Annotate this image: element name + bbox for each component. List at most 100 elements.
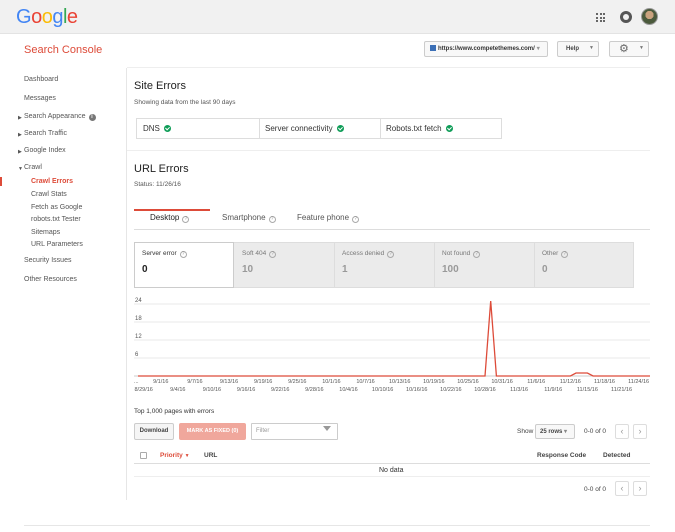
caret-right-icon[interactable]: ▶	[18, 115, 22, 121]
apps-grid-icon[interactable]	[596, 13, 605, 22]
url-errors-status: Status: 11/26/16	[134, 181, 181, 188]
caret-right-icon[interactable]: ▶	[18, 149, 22, 155]
sidebar-item-other-resources[interactable]: Other Resources	[24, 276, 77, 283]
sidebar-item-url-parameters[interactable]: URL Parameters	[31, 241, 83, 248]
user-avatar[interactable]	[641, 8, 658, 25]
sidebar-item-fetch-as-google[interactable]: Fetch as Google	[31, 204, 82, 211]
column-url[interactable]: URL	[204, 452, 217, 459]
sidebar-item-google-index[interactable]: Google Index	[24, 147, 66, 154]
sidebar-item-crawl-stats[interactable]: Crawl Stats	[31, 191, 67, 198]
select-all-checkbox[interactable]	[140, 452, 147, 459]
x-tick-label: 10/28/16	[474, 387, 495, 393]
chevron-left-icon[interactable]: ‹	[615, 424, 629, 439]
site-favicon-icon	[430, 45, 436, 51]
card-value: 10	[242, 264, 254, 275]
card-label: Server error	[142, 250, 177, 257]
google-top-bar: Google	[0, 0, 675, 34]
sidebar-item-sitemaps[interactable]: Sitemaps	[31, 229, 60, 236]
card-value: 0	[142, 264, 148, 275]
rows-per-page-select[interactable]: 25 rows ▾	[535, 424, 575, 439]
notifications-icon[interactable]	[620, 11, 632, 23]
sidebar-item-robots-tester[interactable]: robots.txt Tester	[31, 216, 81, 223]
x-tick-label: 10/10/16	[372, 387, 393, 393]
help-icon[interactable]: ?	[268, 216, 276, 223]
help-icon[interactable]: ?	[182, 216, 190, 223]
help-icon[interactable]: ?	[352, 216, 360, 223]
chevron-right-icon[interactable]: ›	[633, 481, 647, 496]
help-icon[interactable]: ?	[269, 251, 277, 258]
card-soft-404[interactable]: Soft 404? 10	[235, 243, 334, 287]
chevron-right-icon[interactable]: ›	[633, 424, 647, 439]
x-tick-label: 11/24/16	[628, 379, 649, 385]
filter-funnel-icon[interactable]	[323, 426, 331, 431]
sidebar-item-dashboard[interactable]: Dashboard	[24, 76, 58, 83]
site-selector[interactable]: https://www.competethemes.com/▾	[424, 41, 548, 57]
x-tick-label: 9/1/16	[153, 379, 168, 385]
help-icon[interactable]: ?	[387, 251, 395, 258]
help-icon[interactable]: ?	[473, 251, 481, 258]
tab-desktop[interactable]: Desktop?	[150, 213, 190, 223]
sidebar-item-search-appearance[interactable]: Search Appearance i	[24, 113, 96, 121]
logo-letter: g	[52, 6, 63, 28]
sidebar-item-crawl-errors[interactable]: Crawl Errors	[31, 178, 73, 185]
google-logo[interactable]: Google	[16, 6, 78, 28]
x-tick-label: 10/19/16	[423, 379, 444, 385]
column-response-code[interactable]: Response Code	[537, 452, 586, 459]
caret-right-icon[interactable]: ▶	[18, 132, 22, 138]
x-tick-label: 10/13/16	[389, 379, 410, 385]
download-button[interactable]: Download	[134, 423, 174, 440]
x-tick-label: 9/16/16	[237, 387, 255, 393]
active-tab-indicator	[134, 209, 210, 211]
sidebar-item-search-traffic[interactable]: Search Traffic	[24, 130, 67, 137]
search-console-window: Google Search Console https://www.compet…	[0, 0, 675, 532]
help-icon[interactable]: ?	[561, 251, 569, 258]
card-server-error[interactable]: Server error? 0	[134, 242, 234, 288]
gear-icon: ⚙	[619, 43, 629, 55]
logo-letter: G	[16, 6, 32, 28]
chevron-left-icon[interactable]: ‹	[615, 481, 629, 496]
sidebar-item-crawl[interactable]: Crawl	[24, 164, 42, 171]
dns-status[interactable]: DNS	[143, 119, 171, 138]
card-label: Access denied	[342, 250, 385, 257]
robots-fetch-status[interactable]: Robots.txt fetch	[386, 119, 453, 138]
column-priority[interactable]: Priority ▼	[160, 452, 190, 459]
divider	[380, 119, 381, 138]
x-tick-label: 11/12/16	[560, 379, 581, 385]
mark-as-fixed-button[interactable]: MARK AS FIXED (0)	[179, 423, 246, 440]
logo-letter: o	[41, 6, 53, 28]
tab-smartphone[interactable]: Smartphone?	[222, 213, 276, 223]
tab-feature-phone[interactable]: Feature phone?	[297, 213, 360, 223]
card-label: Soft 404	[242, 250, 267, 257]
show-label: Show	[517, 428, 534, 435]
info-icon[interactable]: i	[88, 114, 96, 121]
error-type-cards: Server error? 0 Soft 404? 10 Access deni…	[134, 242, 634, 288]
card-other[interactable]: Other? 0	[535, 243, 633, 287]
x-tick-label: 11/6/16	[527, 379, 545, 385]
x-tick-label: 10/31/16	[491, 379, 512, 385]
table-caption: Top 1,000 pages with errors	[134, 408, 215, 415]
chevron-down-icon: ▼	[589, 45, 594, 51]
sidebar-item-security-issues[interactable]: Security Issues	[24, 257, 71, 264]
card-not-found[interactable]: Not found? 100	[435, 243, 534, 287]
pagination-status: 0-0 of 0	[584, 428, 607, 435]
caret-down-icon[interactable]: ▼	[18, 166, 23, 172]
y-tick-label: 12	[135, 334, 142, 340]
chevron-down-icon: ▾	[564, 429, 568, 435]
chevron-down-icon: ▼	[639, 45, 644, 51]
help-button[interactable]: Help ▼	[557, 41, 599, 57]
column-detected[interactable]: Detected	[603, 452, 630, 459]
x-tick-label: 9/22/16	[271, 387, 289, 393]
card-access-denied[interactable]: Access denied? 1	[335, 243, 434, 287]
help-label: Help	[566, 46, 580, 52]
x-tick-label: 11/21/16	[611, 387, 632, 393]
server-connectivity-status[interactable]: Server connectivity	[265, 119, 344, 138]
x-tick-label: 11/15/16	[577, 387, 598, 393]
robots-fetch-label: Robots.txt fetch	[386, 124, 442, 133]
help-icon[interactable]: ?	[179, 251, 187, 258]
sort-down-icon: ▼	[184, 453, 190, 459]
site-errors-subtitle: Showing data from the last 90 days	[134, 99, 236, 106]
sidebar-item-messages[interactable]: Messages	[24, 95, 56, 102]
search-console-title[interactable]: Search Console	[24, 44, 102, 56]
settings-button[interactable]: ⚙ ▼	[609, 41, 649, 57]
filter-input[interactable]: Filter	[251, 423, 338, 440]
